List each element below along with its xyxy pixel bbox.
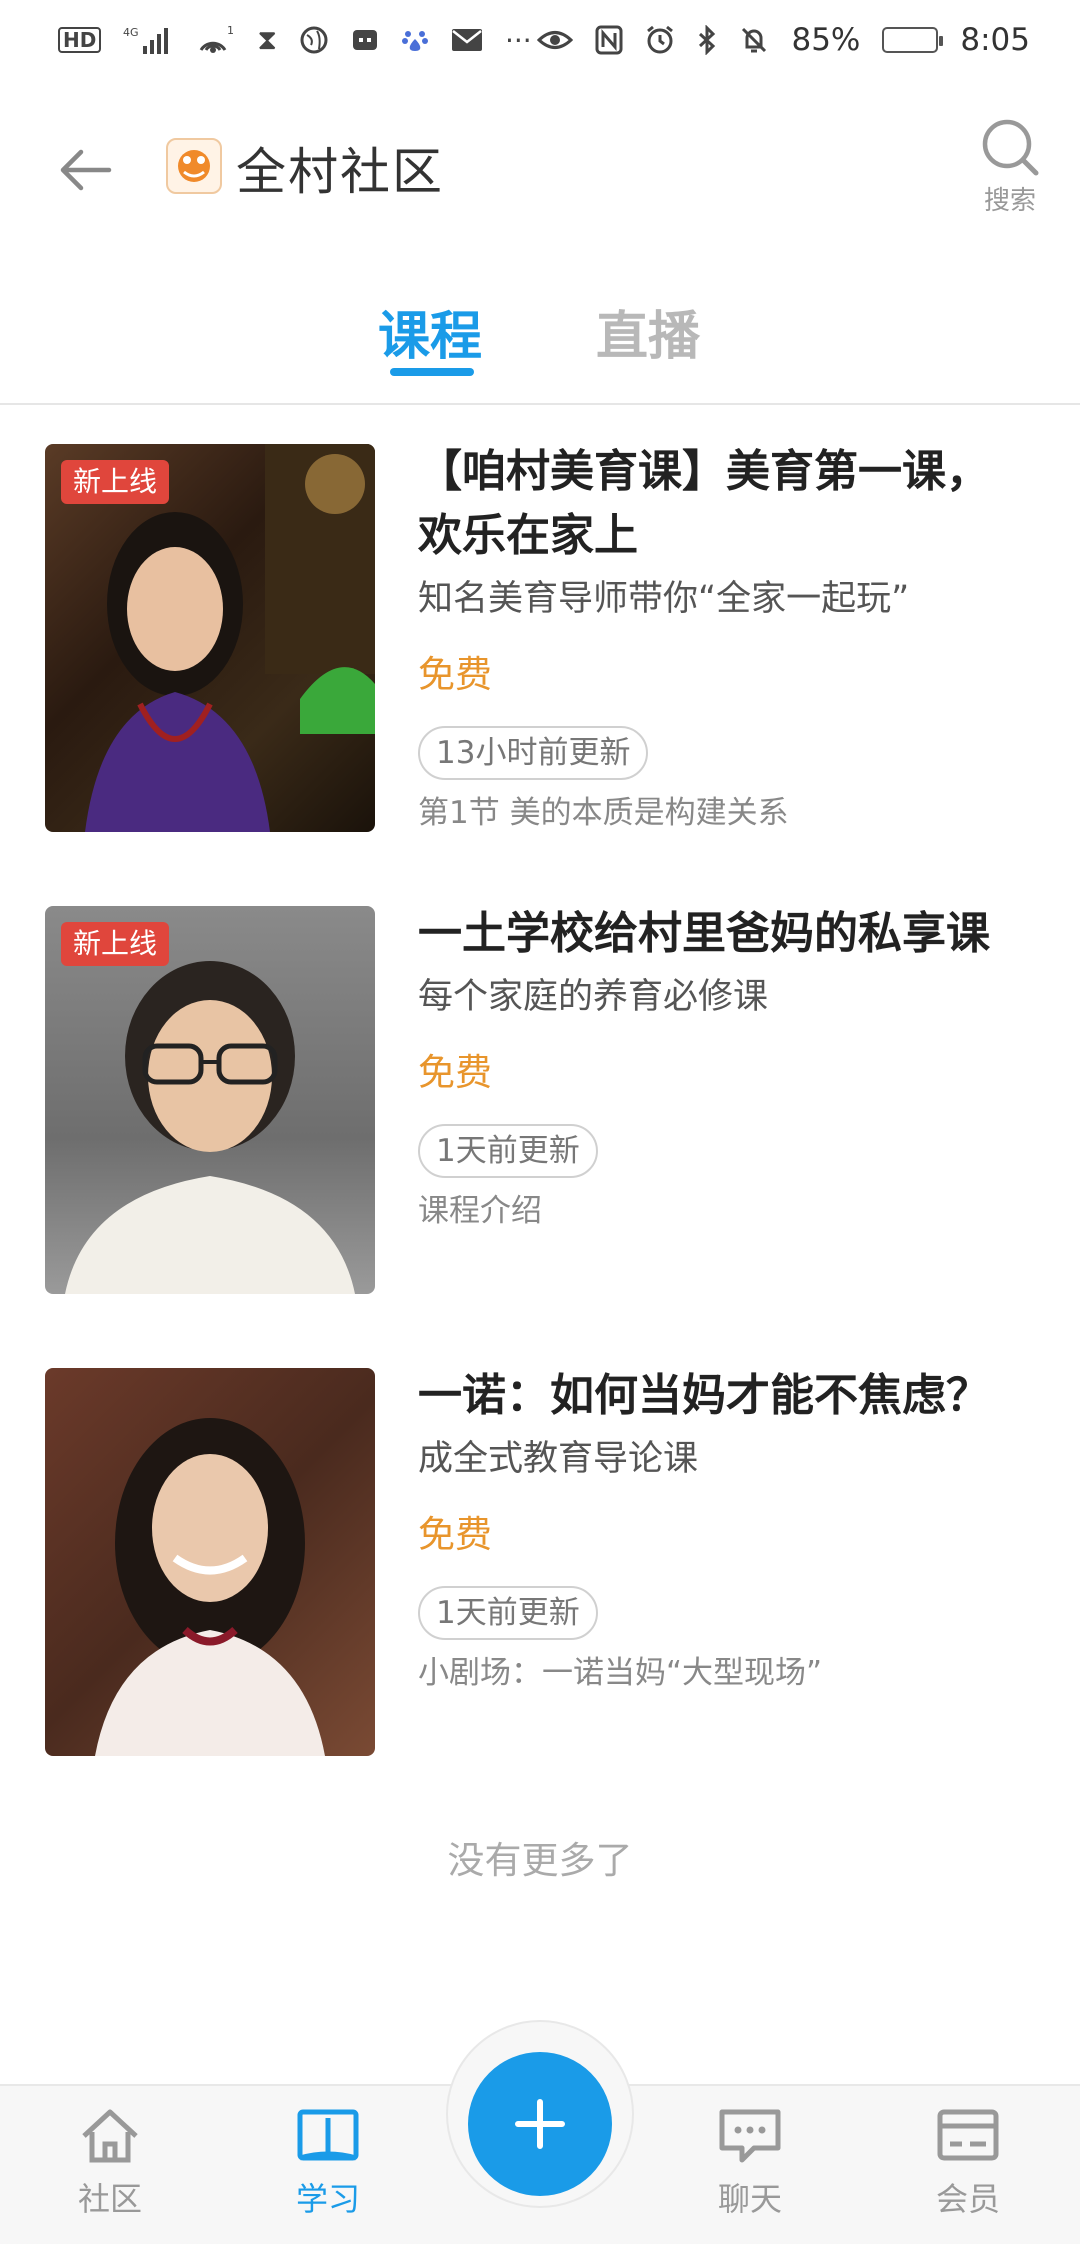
- status-right: 85% 8:05: [537, 22, 1030, 58]
- course-card[interactable]: 新上线 一土学校给村里爸妈的私享课 每个家庭的养育必修课 免费 1天前更新 课程…: [0, 902, 1080, 1364]
- more-icon: ···: [505, 23, 532, 57]
- new-badge: 新上线: [61, 460, 170, 504]
- course-price: 免费: [418, 1513, 492, 1556]
- header: 全村社区 搜索: [0, 110, 1080, 220]
- course-thumbnail: 新上线: [45, 444, 375, 832]
- home-icon: [82, 2109, 138, 2163]
- course-price: 免费: [418, 653, 492, 696]
- battery-percent: 85%: [791, 22, 861, 58]
- clock: 8:05: [960, 22, 1030, 58]
- signal-icon: 4G: [123, 22, 173, 58]
- course-thumbnail: [45, 1368, 375, 1756]
- hotspot-icon: 1: [195, 22, 235, 58]
- status-bar: HD 4G 1 ⧗ ··· 85% 8:05: [0, 0, 1080, 80]
- create-fab-button[interactable]: [468, 2052, 612, 2196]
- hotspot-count: 1: [227, 24, 234, 37]
- nav-label: 聊天: [717, 2180, 782, 2218]
- back-button[interactable]: [50, 140, 120, 200]
- course-list: 新上线 【咱村美育课】美育第一课，欢乐在家上 知名美育导师带你“全家一起玩” 免…: [0, 440, 1080, 1826]
- update-status-pill: 13小时前更新: [418, 726, 649, 780]
- course-title: 一土学校给村里爸妈的私享课: [418, 908, 990, 959]
- course-card[interactable]: 新上线 【咱村美育课】美育第一课，欢乐在家上 知名美育导师带你“全家一起玩” 免…: [0, 440, 1080, 902]
- course-subtitle: 成全式教育导论课: [418, 1439, 699, 1479]
- nfc-icon: [595, 22, 623, 58]
- course-thumbnail: 新上线: [45, 906, 375, 1294]
- nav-label: 会员: [935, 2180, 1000, 2218]
- course-latest-section: 小剧场：一诺当妈“大型现场”: [418, 1655, 823, 1691]
- hourglass-icon: ⧗: [257, 23, 277, 56]
- community-logo-icon: [178, 150, 210, 182]
- nav-label: 社区: [77, 2180, 142, 2218]
- network-label: 4G: [123, 26, 139, 39]
- member-card-icon: [937, 2109, 999, 2161]
- bluetooth-icon: [697, 22, 717, 58]
- tab-courses[interactable]: 课程: [378, 294, 482, 369]
- course-info: 【咱村美育课】美育第一课，欢乐在家上 知名美育导师带你“全家一起玩” 免费 13…: [418, 440, 1018, 838]
- mail-icon: [451, 22, 483, 58]
- mute-icon: [739, 22, 769, 58]
- course-latest-section: 第1节 美的本质是构建关系: [418, 795, 789, 831]
- update-status-pill: 1天前更新: [418, 1124, 598, 1178]
- plus-icon: [515, 2099, 565, 2149]
- course-subtitle: 每个家庭的养育必修课: [418, 977, 769, 1017]
- app-icon: [351, 22, 379, 58]
- alarm-icon: [645, 22, 675, 58]
- eye-icon: [537, 22, 574, 58]
- nav-item-study[interactable]: 学习: [258, 2106, 398, 2220]
- hd-icon: HD: [58, 27, 102, 53]
- community-logo: [166, 138, 222, 194]
- tab-live[interactable]: 直播: [596, 294, 700, 369]
- portrait-image: [95, 1418, 325, 1756]
- new-badge: 新上线: [61, 922, 170, 966]
- course-latest-section: 课程介绍: [418, 1193, 542, 1229]
- update-status-pill: 1天前更新: [418, 1586, 598, 1640]
- course-subtitle: 知名美育导师带你“全家一起玩”: [418, 579, 910, 619]
- nav-item-chat[interactable]: 聊天: [680, 2106, 820, 2220]
- battery-icon: [882, 27, 944, 53]
- course-info: 一诺：如何当妈才能不焦虑？ 成全式教育导论课 免费 1天前更新 小剧场：一诺当妈…: [418, 1364, 1018, 1698]
- course-price: 免费: [418, 1051, 492, 1094]
- book-icon: [297, 2109, 359, 2161]
- active-tab-indicator: [390, 368, 474, 376]
- course-title: 一诺：如何当妈才能不焦虑？: [418, 1370, 990, 1421]
- search-icon: [982, 119, 1039, 176]
- course-title: 【咱村美育课】美育第一课，欢乐在家上: [418, 446, 990, 561]
- nav-item-community[interactable]: 社区: [40, 2106, 180, 2220]
- status-left: HD 4G 1 ⧗ ···: [58, 22, 532, 58]
- search-label: 搜索: [983, 186, 1036, 216]
- end-of-list-text: 没有更多了: [447, 1839, 633, 1882]
- chat-icon: [719, 2109, 781, 2163]
- page-title: 全村社区: [236, 143, 444, 201]
- nav-label: 学习: [295, 2180, 360, 2218]
- baidu-icon: [401, 22, 429, 58]
- globe-icon: [299, 22, 329, 58]
- search-button[interactable]: 搜索: [970, 116, 1050, 226]
- course-info: 一土学校给村里爸妈的私享课 每个家庭的养育必修课 免费 1天前更新 课程介绍: [418, 902, 1018, 1236]
- course-card[interactable]: 一诺：如何当妈才能不焦虑？ 成全式教育导论课 免费 1天前更新 小剧场：一诺当妈…: [0, 1364, 1080, 1826]
- nav-item-member[interactable]: 会员: [898, 2106, 1038, 2220]
- arrow-left-icon: [60, 149, 112, 191]
- tab-bar: 课程 直播: [0, 280, 1080, 405]
